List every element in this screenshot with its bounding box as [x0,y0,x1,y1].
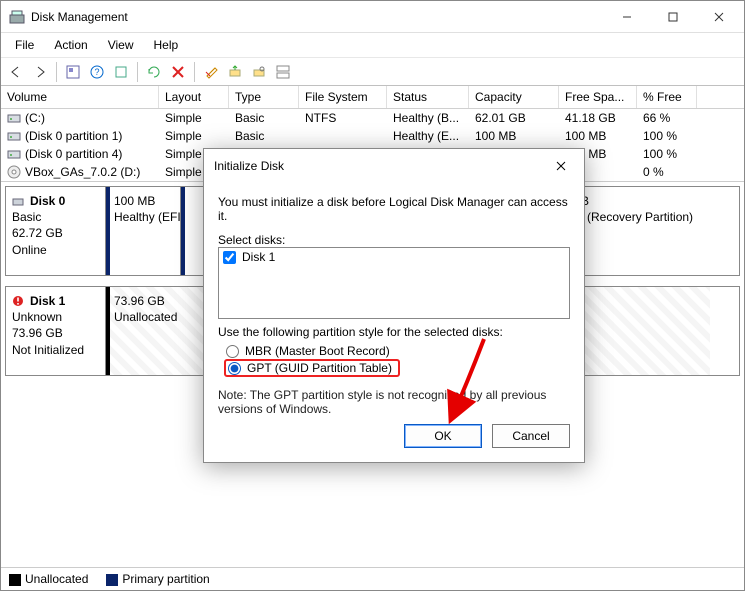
legend-unallocated-label: Unallocated [25,572,88,586]
col-type[interactable]: Type [229,86,299,108]
volume-name: (Disk 0 partition 1) [25,129,122,143]
ok-button[interactable]: OK [404,424,482,448]
properties-icon[interactable] [200,61,222,83]
app-icon [9,9,25,25]
volume-row[interactable]: (Disk 0 partition 1) SimpleBasic Healthy (… [1,127,744,145]
disk-state: Not Initialized [12,342,99,358]
menu-action[interactable]: Action [46,35,95,55]
mbr-label: MBR (Master Boot Record) [245,344,390,358]
close-button[interactable] [696,3,742,31]
volume-fs: NTFS [299,109,387,127]
disk-info: Disk 0Basic62.72 GBOnline [6,187,106,275]
volume-status: Healthy (B... [387,109,469,127]
dialog-title: Initialize Disk [214,159,542,173]
volume-name: (Disk 0 partition 4) [25,147,122,161]
col-filesystem[interactable]: File System [299,86,387,108]
maximize-button[interactable] [650,3,696,31]
volume-name: VBox_GAs_7.0.2 (D:) [25,165,140,179]
disk1-checkbox[interactable] [223,251,236,264]
dialog-message: You must initialize a disk before Logica… [218,195,570,223]
partition[interactable]: 100 MBHealthy (EFI [106,187,180,275]
volume-layout: Simple [159,109,229,127]
gpt-radio-row[interactable]: GPT (GUID Partition Table) [228,361,392,375]
disk-kind: Basic [12,209,99,225]
volume-free: 100 MB [559,127,637,145]
volume-fs [299,127,387,145]
menu-help[interactable]: Help [146,35,187,55]
partition-size: 100 MB [114,193,172,209]
select-disks-label: Select disks: [218,233,570,247]
volume-pctfree: 66 % [637,109,697,127]
dialog-titlebar: Initialize Disk [204,149,584,183]
col-volume[interactable]: Volume [1,86,159,108]
gpt-radio[interactable] [228,362,241,375]
settings-icon[interactable] [62,61,84,83]
titlebar: Disk Management [1,1,744,33]
disk1-label: Disk 1 [242,250,275,264]
col-status[interactable]: Status [387,86,469,108]
mbr-radio[interactable] [226,345,239,358]
partition-status: hy (Recovery Partition) [571,209,702,225]
minimize-button[interactable] [604,3,650,31]
svg-text:?: ? [94,67,99,77]
menu-file[interactable]: File [7,35,42,55]
initialize-disk-dialog: Initialize Disk You must initialize a di… [203,148,585,463]
volume-type: Basic [229,127,299,145]
toolbar: ? [1,58,744,86]
cancel-button[interactable]: Cancel [492,424,570,448]
gpt-label: GPT (GUID Partition Table) [247,361,392,375]
menubar: File Action View Help [1,33,744,58]
volume-capacity: 100 MB [469,127,559,145]
help-icon[interactable]: ? [86,61,108,83]
partition-size: MB [571,193,702,209]
volume-pctfree: 100 % [637,127,697,145]
legend: Unallocated Primary partition [1,567,744,590]
mbr-radio-row[interactable]: MBR (Master Boot Record) [224,343,570,359]
partition-style-label: Use the following partition style for th… [218,325,570,339]
disk-title: Disk 1 [12,293,99,309]
volume-row[interactable]: (C:) SimpleBasicNTFSHealthy (B...62.01 GB… [1,109,744,127]
volume-status: Healthy (E... [387,127,469,145]
select-disks-list[interactable]: Disk 1 [218,247,570,319]
menu-view[interactable]: View [100,35,142,55]
delete-icon[interactable] [167,61,189,83]
layout-icon[interactable] [272,61,294,83]
legend-primary-label: Primary partition [122,572,209,586]
volume-type: Basic [229,109,299,127]
col-free[interactable]: Free Spa... [559,86,637,108]
col-layout[interactable]: Layout [159,86,229,108]
volume-header: Volume Layout Type File System Status Ca… [1,86,744,109]
drive-icon [7,165,21,179]
drive-icon [7,129,21,143]
disk-title: Disk 0 [12,193,99,209]
volume-layout: Simple [159,127,229,145]
disk-info: Disk 1Unknown73.96 GBNot Initialized [6,287,106,375]
rescan-icon[interactable] [143,61,165,83]
gpt-note: Note: The GPT partition style is not rec… [218,388,570,416]
disk-state: Online [12,242,99,258]
volume-pctfree: 100 % [637,145,697,163]
forward-button[interactable] [29,61,51,83]
legend-primary-swatch [106,574,118,586]
disk-kind: Unknown [12,309,99,325]
volume-free: 41.18 GB [559,109,637,127]
volume-name: (C:) [25,111,45,125]
volume-pctfree: 0 % [637,163,697,181]
volume-capacity: 62.01 GB [469,109,559,127]
col-capacity[interactable]: Capacity [469,86,559,108]
window-title: Disk Management [31,10,604,24]
back-button[interactable] [5,61,27,83]
action2-icon[interactable] [248,61,270,83]
disk-size: 62.72 GB [12,225,99,241]
disk1-checkbox-row[interactable]: Disk 1 [223,250,565,264]
legend-unallocated-swatch [9,574,21,586]
disk-size: 73.96 GB [12,325,99,341]
refresh-icon[interactable] [110,61,132,83]
drive-icon [7,111,21,125]
col-pctfree[interactable]: % Free [637,86,697,108]
drive-icon [7,147,21,161]
dialog-close-button[interactable] [542,155,580,177]
action1-icon[interactable] [224,61,246,83]
partition-status: Healthy (EFI [114,209,172,225]
